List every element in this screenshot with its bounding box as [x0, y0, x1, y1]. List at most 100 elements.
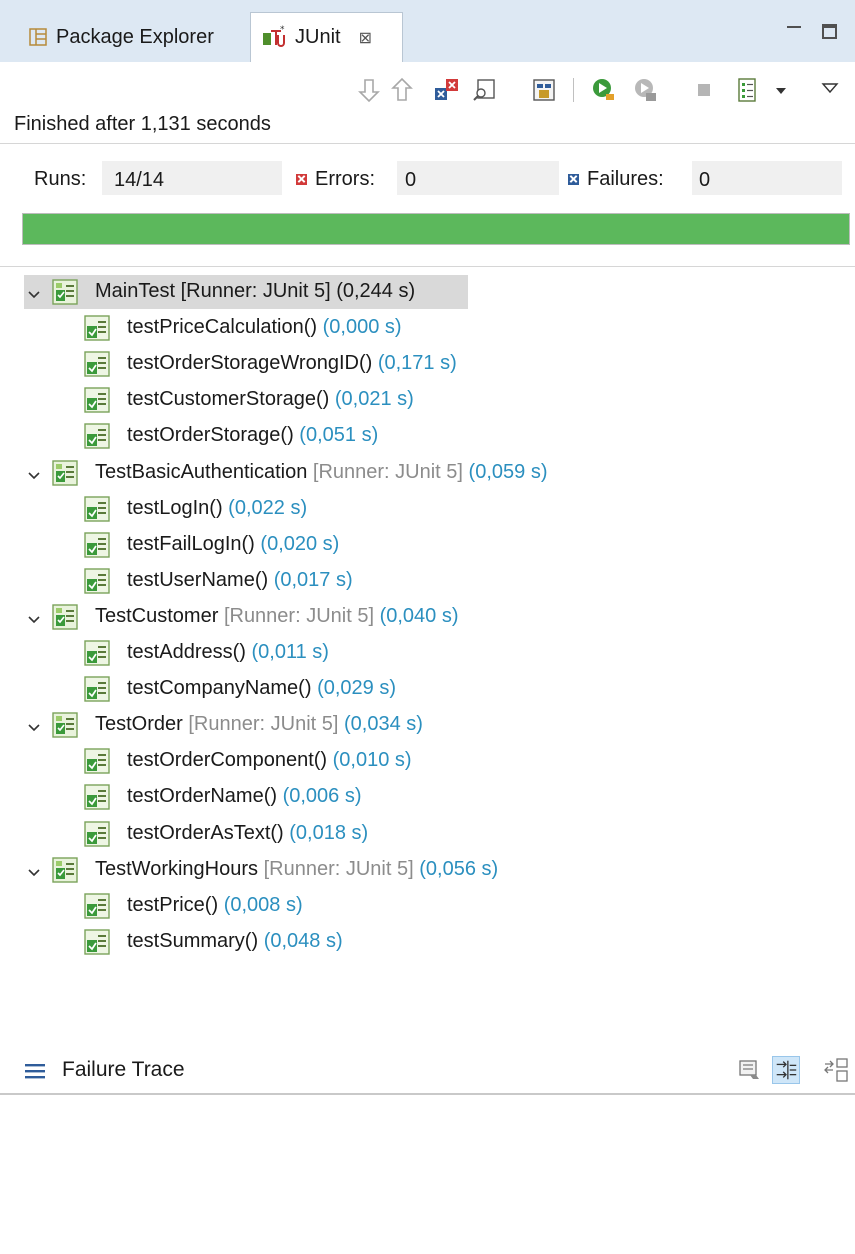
test-suite-name: TestWorkingHours	[95, 857, 259, 880]
test-suite-duration: (0,056 s)	[419, 857, 499, 880]
test-suite-duration: (0,244 s)	[336, 280, 416, 302]
test-case-success-icon	[84, 929, 110, 955]
package-explorer-icon	[29, 28, 47, 46]
test-case-name: testOrderAsText()	[127, 821, 284, 844]
test-case-success-icon	[84, 531, 110, 558]
chevron-down-icon[interactable]	[28, 717, 40, 732]
test-case-row[interactable]: testUserName() (0,017 s)	[0, 564, 855, 598]
errors-label: Errors:	[315, 167, 375, 190]
test-case-row[interactable]: testOrderStorage() (0,051 s)	[0, 419, 855, 453]
test-suite-label: MainTest [Runner: JUnit 5] (0,244 s)	[95, 280, 415, 303]
filter-stack-trace-icon[interactable]	[772, 1056, 800, 1084]
test-suite-name: TestCustomer	[95, 604, 219, 627]
junit-icon: *	[263, 25, 285, 47]
stop-icon[interactable]	[690, 76, 718, 104]
error-icon	[296, 173, 307, 185]
failures-box	[692, 161, 842, 195]
chevron-down-icon[interactable]	[28, 609, 40, 624]
test-suite-label: TestWorkingHours [Runner: JUnit 5] (0,05…	[95, 858, 498, 881]
test-case-label: testSummary() (0,048 s)	[127, 930, 343, 953]
test-case-row[interactable]: testOrderComponent() (0,010 s)	[0, 744, 855, 778]
test-case-label: testCustomerStorage() (0,021 s)	[127, 388, 414, 411]
show-failures-only-icon[interactable]	[432, 76, 460, 104]
test-run-history-icon[interactable]	[734, 76, 762, 104]
test-case-duration: (0,048 s)	[263, 929, 343, 952]
test-case-success-icon	[84, 820, 110, 847]
test-case-name: testFailLogIn()	[127, 532, 255, 555]
test-suite-row[interactable]: TestWorkingHours [Runner: JUnit 5] (0,05…	[0, 853, 855, 887]
test-case-name: testOrderStorageWrongID()	[127, 352, 373, 375]
test-case-success-icon	[84, 568, 110, 594]
test-case-row[interactable]: testOrderAsText() (0,018 s)	[0, 817, 855, 851]
test-case-duration: (0,021 s)	[334, 388, 414, 411]
close-icon[interactable]: ⊠	[359, 28, 372, 48]
test-case-success-icon	[84, 351, 110, 377]
tab-package-explorer[interactable]: Package Explorer	[14, 12, 246, 62]
test-case-label: testOrderStorageWrongID() (0,171 s)	[127, 352, 457, 375]
failures-label: Failures:	[587, 167, 664, 190]
rerun-test-icon[interactable]	[590, 76, 618, 104]
test-suite-duration: (0,059 s)	[468, 460, 548, 483]
compare-results-icon[interactable]	[736, 1056, 764, 1084]
test-case-label: testPriceCalculation() (0,000 s)	[127, 316, 402, 339]
test-case-row[interactable]: testOrderName() (0,006 s)	[0, 780, 855, 814]
test-case-name: testCompanyName()	[127, 677, 312, 700]
test-case-name: testOrderStorage()	[127, 424, 294, 447]
test-case-label: testOrderComponent() (0,010 s)	[127, 749, 412, 772]
test-case-duration: (0,006 s)	[282, 785, 362, 808]
test-suite-duration: (0,040 s)	[379, 604, 459, 627]
test-case-name: testLogIn()	[127, 496, 223, 519]
test-case-row[interactable]: testPrice() (0,008 s)	[0, 889, 855, 923]
test-case-label: testAddress() (0,011 s)	[127, 641, 329, 664]
test-suite-runner: [Runner: JUnit 5]	[223, 604, 375, 627]
test-case-success-icon	[84, 387, 110, 413]
failures-value: 0	[699, 169, 711, 191]
next-failure-icon[interactable]	[355, 76, 383, 104]
test-case-success-icon	[84, 784, 110, 811]
test-suite-row[interactable]: MainTest [Runner: JUnit 5] (0,244 s)	[0, 275, 855, 309]
show-skipped-icon[interactable]	[530, 76, 558, 104]
chevron-down-icon[interactable]	[28, 465, 40, 479]
chevron-down-icon[interactable]	[28, 284, 40, 299]
test-suite-label: TestCustomer [Runner: JUnit 5] (0,040 s)	[95, 605, 459, 628]
chevron-down-icon[interactable]	[28, 862, 40, 876]
maximize-icon[interactable]	[822, 24, 837, 39]
test-case-row[interactable]: testCustomerStorage() (0,021 s)	[0, 383, 855, 417]
view-tab-bar: Package Explorer * JUnit ⊠	[0, 0, 855, 62]
test-suite-row[interactable]: TestBasicAuthentication [Runner: JUnit 5…	[0, 456, 855, 490]
test-case-row[interactable]: testCompanyName() (0,029 s)	[0, 672, 855, 706]
test-case-label: testUserName() (0,017 s)	[127, 569, 353, 592]
rerun-failed-first-icon[interactable]	[632, 76, 660, 104]
test-suite-row[interactable]: TestOrder [Runner: JUnit 5] (0,034 s)	[0, 708, 855, 742]
test-case-success-icon	[84, 676, 110, 702]
test-suite-name: TestBasicAuthentication	[95, 460, 308, 483]
test-case-label: testLogIn() (0,022 s)	[127, 497, 307, 520]
test-case-row[interactable]: testSummary() (0,048 s)	[0, 925, 855, 959]
test-suite-label: TestOrder [Runner: JUnit 5] (0,034 s)	[95, 713, 423, 736]
tab-junit[interactable]: * JUnit ⊠	[250, 12, 403, 62]
copy-trace-icon[interactable]	[822, 1056, 850, 1084]
test-case-label: testOrderName() (0,006 s)	[127, 785, 362, 808]
history-dropdown-icon[interactable]	[768, 76, 796, 104]
test-case-row[interactable]: testFailLogIn() (0,020 s)	[0, 528, 855, 562]
test-case-label: testPrice() (0,008 s)	[127, 894, 303, 917]
test-progress-fill	[23, 214, 849, 244]
scroll-lock-icon[interactable]	[470, 76, 498, 104]
test-case-row[interactable]: testAddress() (0,011 s)	[0, 636, 855, 670]
failure-trace-area[interactable]	[0, 1095, 855, 1254]
test-case-row[interactable]: testLogIn() (0,022 s)	[0, 492, 855, 526]
previous-failure-icon[interactable]	[388, 76, 416, 104]
test-suite-success-icon	[52, 459, 78, 486]
test-counters: Runs: 14/14 Errors: 0 Failures: 0	[0, 161, 855, 197]
view-menu-icon[interactable]	[816, 76, 844, 104]
errors-value: 0	[405, 169, 417, 191]
test-case-success-icon	[84, 315, 110, 341]
test-suite-runner: [Runner: JUnit 5]	[263, 857, 414, 880]
test-suite-success-icon	[52, 604, 78, 630]
test-case-row[interactable]: testPriceCalculation() (0,000 s)	[0, 311, 855, 345]
minimize-icon[interactable]	[787, 20, 805, 38]
test-case-row[interactable]: testOrderStorageWrongID() (0,171 s)	[0, 347, 855, 381]
test-case-duration: (0,051 s)	[299, 424, 379, 447]
test-suite-row[interactable]: TestCustomer [Runner: JUnit 5] (0,040 s)	[0, 600, 855, 634]
test-suite-label: TestBasicAuthentication [Runner: JUnit 5…	[95, 461, 547, 484]
